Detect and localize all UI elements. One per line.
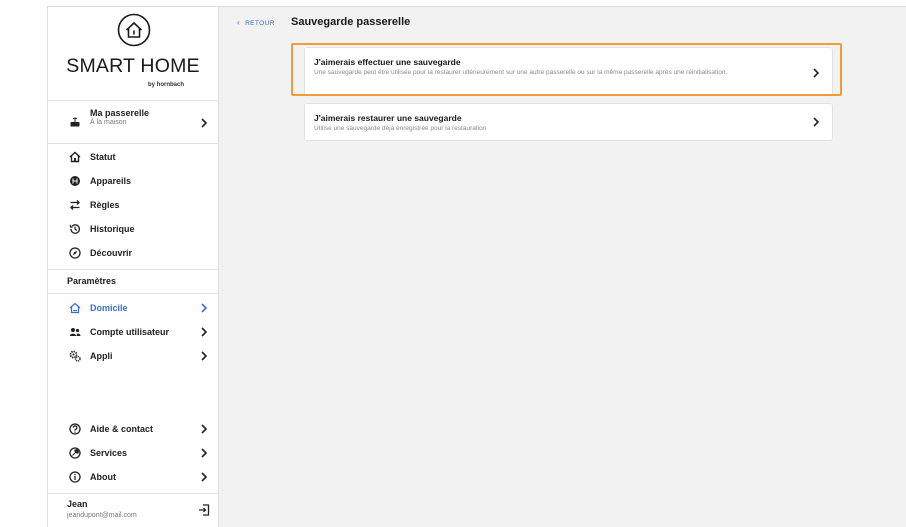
nav-item-services[interactable]: Services (48, 443, 218, 467)
compass-icon (69, 247, 81, 259)
users-icon (69, 328, 81, 336)
settings-section-label: Paramètres (67, 276, 117, 286)
smart-home-logo-icon (117, 13, 151, 47)
brand-name: SMART HOME (66, 55, 200, 77)
chevron-right-icon (201, 472, 208, 482)
user-email: jeandupont@mail.com (67, 512, 137, 519)
logout-icon[interactable] (198, 504, 210, 516)
rules-icon (70, 200, 80, 210)
nav-item-compte-utilisateur[interactable]: Compte utilisateur (48, 322, 218, 346)
user-name: Jean (67, 499, 88, 509)
devices-icon (70, 176, 80, 186)
nav-item-regles[interactable]: Règles (48, 195, 218, 219)
nav-item-historique[interactable]: Historique (48, 219, 218, 243)
house-icon (69, 151, 81, 163)
nav-item-label: Aide & contact (90, 424, 154, 434)
gateway-title: Ma passerelle (90, 108, 150, 118)
gears-icon (69, 350, 81, 362)
card-description: Utilise une sauvegarde déjà enregistrée … (314, 125, 487, 132)
nav-item-label: About (90, 472, 116, 482)
nav-item-label: Compte utilisateur (90, 327, 170, 337)
chevron-left-icon: ‹ (237, 18, 241, 27)
info-icon (69, 471, 81, 483)
nav-item-label: Découvrir (90, 248, 133, 258)
home-settings-icon (69, 302, 81, 314)
chevron-right-icon (201, 327, 208, 337)
card-description: Une sauvegarde peut être utilisée pour l… (314, 69, 728, 76)
nav-item-label: Services (90, 448, 128, 458)
gateway-subtitle: À la maison (90, 119, 127, 126)
nav-item-label: Domicile (90, 303, 128, 313)
chevron-right-icon (813, 68, 820, 78)
nav-item-decouvrir[interactable]: Découvrir (48, 243, 218, 267)
chevron-right-icon (201, 424, 208, 434)
history-icon (69, 224, 81, 234)
gateway-selector[interactable]: Ma passerelle À la maison (48, 108, 218, 138)
nav-item-label: Règles (90, 200, 120, 210)
chevron-right-icon (201, 351, 208, 361)
divider (48, 269, 218, 270)
divider (48, 293, 218, 294)
nav-item-appli[interactable]: Appli (48, 346, 218, 370)
chevron-right-icon (201, 448, 208, 458)
card-title: J'aimerais restaurer une sauvegarde (314, 113, 462, 123)
nav-item-aide-contact[interactable]: Aide & contact (48, 419, 218, 443)
nav-item-label: Historique (90, 224, 135, 234)
brand-subtitle: by hornbach (147, 82, 184, 88)
card-title: J'aimerais effectuer une sauvegarde (314, 57, 461, 67)
chevron-right-icon (201, 303, 208, 313)
app-window: SMART HOME by hornbach Ma passerelle À l… (47, 6, 906, 527)
create-backup-card[interactable]: J'aimerais effectuer une sauvegarde Une … (304, 47, 833, 96)
nav-item-label: Appli (90, 351, 113, 361)
divider (48, 493, 218, 494)
nav-item-domicile[interactable]: Domicile (48, 298, 218, 322)
nav-item-statut[interactable]: Statut (48, 147, 218, 171)
back-label: RETOUR (245, 20, 275, 27)
divider (48, 100, 218, 101)
services-icon (69, 447, 81, 459)
nav-item-label: Appareils (90, 176, 132, 186)
nav-item-appareils[interactable]: Appareils (48, 171, 218, 195)
nav-item-about[interactable]: About (48, 467, 218, 491)
sidebar: SMART HOME by hornbach Ma passerelle À l… (48, 7, 219, 527)
nav-item-label: Statut (90, 152, 116, 162)
page-title: Sauvegarde passerelle (291, 16, 411, 28)
gateway-icon (70, 117, 80, 127)
restore-backup-card[interactable]: J'aimerais restaurer une sauvegarde Util… (304, 103, 833, 141)
chevron-right-icon (201, 118, 208, 128)
divider (48, 143, 218, 144)
help-icon (69, 423, 81, 435)
back-button[interactable]: ‹ RETOUR (237, 18, 275, 27)
chevron-right-icon (813, 117, 820, 127)
